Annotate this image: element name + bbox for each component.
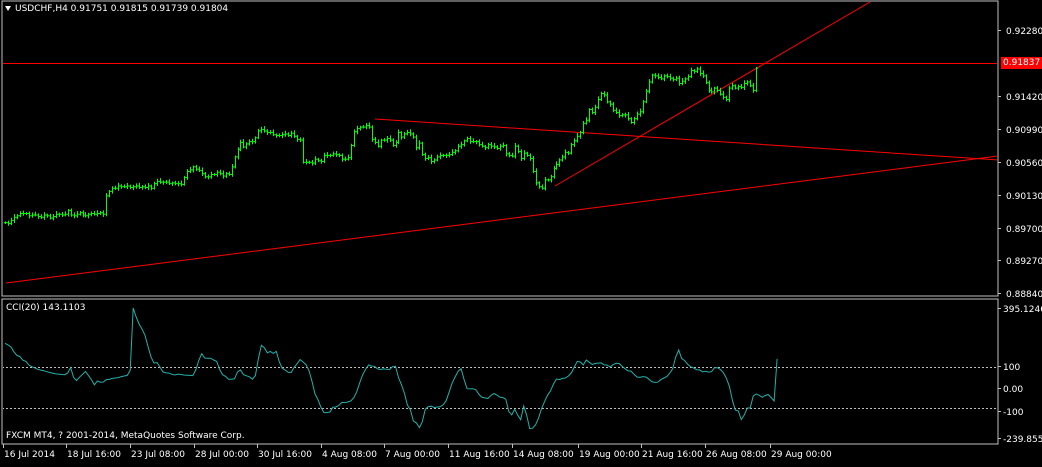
time-tick-label: 7 Aug 00:00 (385, 450, 440, 460)
time-tick-label: 19 Aug 00:00 (579, 450, 640, 460)
price-tick-label: 0.92280 (1006, 27, 1042, 37)
price-tick-label: 0.91420 (1006, 93, 1042, 103)
price-tick-label: 0.90130 (1006, 192, 1042, 202)
cci-indicator-title: CCI(20) 143.1103 (6, 303, 86, 313)
time-tick-label: 14 Aug 08:00 (513, 450, 574, 460)
time-tick-label: 30 Jul 16:00 (258, 450, 312, 460)
current-price-marker: 0.91837 (1001, 57, 1042, 69)
cci-tick-label: 100 (1003, 363, 1020, 373)
time-tick-label: 16 Jul 2014 (4, 450, 55, 460)
chart-background (0, 0, 1042, 463)
price-tick-label: 0.88840 (1006, 290, 1042, 300)
time-tick-label: 21 Aug 16:00 (642, 450, 703, 460)
copyright-text: FXCM MT4, ? 2001-2014, MetaQuotes Softwa… (6, 431, 245, 441)
time-tick-label: 23 Jul 08:00 (131, 450, 185, 460)
cci-tick-label: 395.1246 (1003, 305, 1042, 315)
cci-tick-label: 0.00 (1003, 385, 1023, 395)
price-tick-label: 0.90560 (1006, 159, 1042, 169)
time-tick-label: 26 Aug 08:00 (706, 450, 767, 460)
dropdown-triangle-icon[interactable] (5, 5, 11, 11)
time-tick-label: 18 Jul 16:00 (67, 450, 121, 460)
cci-tick-label: -239.8558 (1003, 435, 1042, 445)
time-tick-label: 29 Aug 00:00 (771, 450, 832, 460)
price-tick-label: 0.89700 (1006, 225, 1042, 235)
symbol-header-text: USDCHF,H4 0.91751 0.91815 0.91739 0.9180… (15, 4, 229, 14)
chart-canvas[interactable]: 0.92280 0.91420 0.90990 0.90560 0.90130 0.897… (0, 0, 1042, 463)
price-tick-label: 0.90990 (1006, 126, 1042, 136)
time-tick-label: 11 Aug 16:00 (449, 450, 510, 460)
time-tick-label: 4 Aug 08:00 (322, 450, 377, 460)
price-tick-label: 0.89270 (1006, 257, 1042, 267)
cci-tick-label: -100 (1003, 408, 1024, 418)
symbol-header: USDCHF,H4 0.91751 0.91815 0.91739 0.9180… (5, 4, 228, 15)
chart-window[interactable]: 0.92280 0.91420 0.90990 0.90560 0.90130 0.897… (0, 0, 1042, 463)
time-tick-label: 28 Jul 00:00 (195, 450, 249, 460)
